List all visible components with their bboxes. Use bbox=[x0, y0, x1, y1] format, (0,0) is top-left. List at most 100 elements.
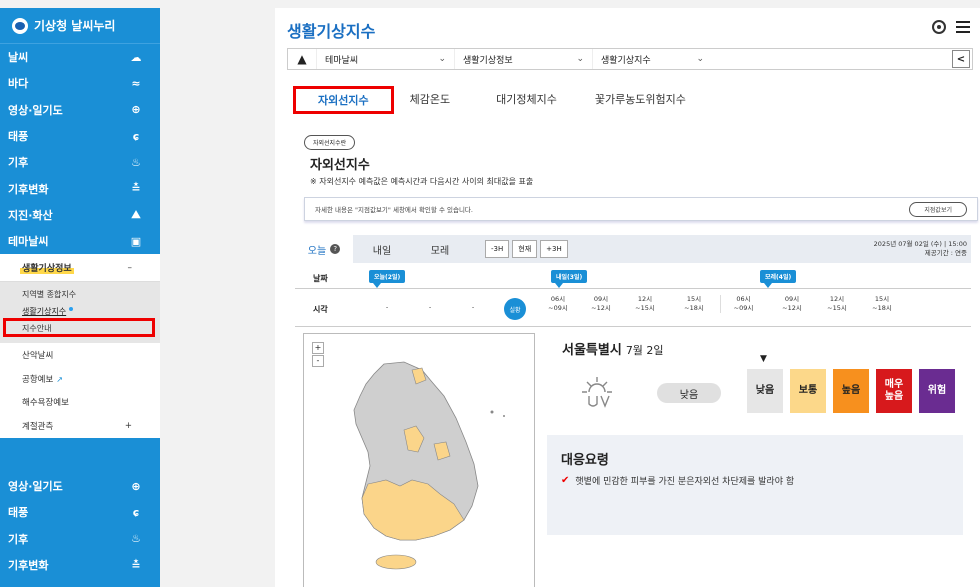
response-title: 대응요령 bbox=[561, 453, 609, 468]
time-cell: 09시 ~12시 bbox=[769, 295, 815, 313]
menu-icon[interactable] bbox=[956, 21, 970, 33]
sidebar-subitem[interactable]: 계절관측 + bbox=[0, 414, 160, 438]
sidebar-item[interactable]: 태풍 ɕ bbox=[0, 123, 160, 149]
sidebar-item[interactable]: 테마날씨 ▣ bbox=[0, 228, 160, 254]
time-cell: 12시 ~15시 bbox=[622, 295, 668, 313]
station-values-button[interactable]: 지점값보기 bbox=[909, 201, 967, 217]
dokdo-island bbox=[503, 415, 505, 417]
tab-tomorrow[interactable]: 내일 bbox=[353, 235, 411, 263]
uv-grade-pill: 낮음 bbox=[657, 383, 721, 403]
sidebar-item[interactable]: 영상·일기도 ⊕ bbox=[0, 473, 160, 499]
info-box: 자세한 내용은 "지점값보기" 세창에서 확인할 수 있습니다. 지점값보기 bbox=[304, 197, 978, 221]
breadcrumb-select-theme[interactable]: 테마날씨 ⌄ bbox=[316, 49, 454, 69]
sidebar-item-label: 태풍 bbox=[8, 506, 29, 520]
sidebar-subitem-label: 해수욕장예보 bbox=[22, 398, 69, 409]
time-cell-start: 12시 bbox=[829, 295, 845, 303]
help-icon[interactable]: ? bbox=[330, 244, 341, 254]
breadcrumb-select-life[interactable]: 생활기상정보 ⌄ bbox=[454, 49, 592, 69]
sidebar-item[interactable]: 태풍 ɕ bbox=[0, 499, 160, 525]
sidebar-item-label: 태풍 bbox=[8, 130, 29, 144]
collapse-icon: – bbox=[127, 262, 133, 273]
time-cell-start: 12시 bbox=[637, 295, 653, 303]
kma-logo-icon bbox=[12, 17, 28, 34]
sidebar-item[interactable]: 기후 ♨ bbox=[0, 526, 160, 552]
uv-scale-legend: 낮음 보통 높음 매우 높음 위험 bbox=[747, 369, 955, 413]
date-row: 날짜 오늘(2일) 내일(3일) 모레(4일) bbox=[295, 265, 971, 289]
sidebar-item-label: 기후변화 bbox=[8, 182, 49, 196]
breadcrumb: ▲ 테마날씨 ⌄ 생활기상정보 ⌄ 생활기상지수 ⌄ < bbox=[287, 48, 973, 70]
sidebar-item-label: 영상·일기도 bbox=[8, 480, 63, 494]
ulleung-island bbox=[490, 410, 494, 414]
time-cell: 09시 ~12시 bbox=[578, 295, 624, 313]
tab-uv-index[interactable]: 자외선지수 bbox=[293, 86, 394, 114]
uv-info-button[interactable]: 자외선지수란 bbox=[304, 135, 356, 150]
climate-icon: ♨ bbox=[131, 155, 141, 169]
tab-day-after[interactable]: 모레 bbox=[411, 235, 469, 263]
sidebar-item[interactable]: 날씨 ☁ bbox=[0, 44, 160, 70]
highlight-box-sidebar bbox=[3, 318, 155, 337]
city-name: 서울특별시 bbox=[562, 343, 622, 358]
sidebar-item-label: 바다 bbox=[8, 77, 29, 91]
section-title: 자외선지수 bbox=[310, 158, 370, 173]
sidebar-item-icon: ⊕ bbox=[131, 479, 141, 493]
sidebar-item-label: 테마날씨 bbox=[8, 235, 49, 249]
sidebar-item-label: 지진·화산 bbox=[8, 208, 53, 222]
current-time-marker[interactable]: 실황 bbox=[504, 298, 526, 320]
time-cell-start: 06시 bbox=[550, 295, 566, 303]
sidebar-item-icon: ≛ bbox=[131, 558, 141, 572]
time-cell: - bbox=[385, 303, 389, 311]
sidebar-item-label: 기후변화 bbox=[8, 559, 49, 573]
time-cell-end: ~15시 bbox=[827, 304, 847, 312]
badge-day-after: 모레(4일) bbox=[760, 270, 797, 288]
uv-level-5: 위험 bbox=[919, 369, 955, 413]
tab-apparent-temp[interactable]: 체감온도 bbox=[394, 86, 466, 112]
tab-pollen-risk[interactable]: 꽃가루농도위험지수 bbox=[573, 86, 702, 112]
sidebar-subitem-regional-index[interactable]: 지역별 종합지수 bbox=[0, 286, 160, 303]
sidebar-item[interactable]: 바다 ≈ bbox=[0, 70, 160, 96]
sidebar-subitem[interactable]: 산악날씨 bbox=[0, 343, 160, 367]
time-cell-start: 15시 bbox=[874, 295, 890, 303]
response-item-text: 햇볕에 민감한 피부를 가진 분은자외선 차단제를 발라야 함 bbox=[575, 477, 795, 487]
external-link-icon: ↗ bbox=[56, 374, 63, 384]
sidebar-submenu-header[interactable]: 생활기상정보 – bbox=[0, 254, 160, 283]
sidebar-item[interactable]: 기후변화 ≛ bbox=[0, 175, 160, 201]
breadcrumb-select-index[interactable]: 생활기상지수 ⌄ bbox=[592, 49, 712, 69]
sidebar-subitem[interactable]: 공항예보 ↗ bbox=[0, 366, 160, 391]
sidebar-item[interactable]: 기후변화 ≛ bbox=[0, 552, 160, 578]
response-item: ✔ 햇볕에 민감한 피부를 가진 분은자외선 차단제를 발라야 함 bbox=[561, 474, 794, 487]
now-button[interactable]: 현재 bbox=[512, 240, 538, 258]
time-cell: 15시 ~18시 bbox=[671, 295, 717, 313]
tab-tomorrow-label: 내일 bbox=[372, 245, 392, 257]
plus-3h-button[interactable]: +3H bbox=[540, 240, 568, 258]
sidebar-item-label: 날씨 bbox=[8, 51, 29, 65]
chevron-down-icon: ⌄ bbox=[696, 54, 704, 64]
time-cell-start: 09시 bbox=[593, 295, 609, 303]
wave-icon: ≈ bbox=[131, 76, 141, 90]
time-cell-end: ~18시 bbox=[872, 304, 892, 312]
sidebar: 기상청 날씨누리 날씨 ☁ 바다 ≈ 영상·일기도 ⊕ 태풍 ɕ 기후 ♨ 기후변화 ≛ 지진·화산 ⛰ 테… bbox=[0, 8, 160, 587]
sidebar-item[interactable]: 영상·일기도 ⊕ bbox=[0, 97, 160, 123]
sidebar-submenu: 생활기상정보 – 지역별 종합지수 생활기상지수 지수안내 산악날씨 공항예보 ↗ 해… bbox=[0, 254, 160, 438]
uv-level-2: 보통 bbox=[790, 369, 826, 413]
settings-icon[interactable] bbox=[932, 20, 946, 34]
uv-sun-icon bbox=[582, 377, 612, 408]
home-icon[interactable]: ▲ bbox=[288, 49, 316, 69]
sidebar-subitem-label: 지역별 종합지수 bbox=[22, 290, 77, 300]
tab-today[interactable]: 오늘? bbox=[295, 235, 353, 263]
site-logo[interactable]: 기상청 날씨누리 bbox=[0, 8, 160, 44]
sidebar-subitem[interactable]: 해수욕장예보 bbox=[0, 390, 160, 415]
share-icon[interactable]: < bbox=[952, 50, 970, 68]
badge-tomorrow: 내일(3일) bbox=[551, 270, 588, 288]
badge-today: 오늘(2일) bbox=[369, 270, 406, 288]
minus-3h-button[interactable]: -3H bbox=[485, 240, 510, 258]
sidebar-submenu-title: 생활기상정보 bbox=[20, 261, 74, 275]
uv-map[interactable]: + - bbox=[303, 333, 535, 587]
time-cell: - bbox=[471, 303, 475, 311]
time-cell: 15시 ~18시 bbox=[859, 295, 905, 313]
city-date: 7월 2일 bbox=[625, 344, 664, 357]
tab-air-stagnation[interactable]: 대기정체지수 bbox=[466, 86, 573, 112]
sidebar-item[interactable]: 지진·화산 ⛰ bbox=[0, 202, 160, 228]
cloud-sun-icon: ☁ bbox=[130, 50, 142, 64]
sidebar-subitem-label: 공항예보 bbox=[22, 374, 54, 385]
sidebar-item[interactable]: 기후 ♨ bbox=[0, 149, 160, 175]
